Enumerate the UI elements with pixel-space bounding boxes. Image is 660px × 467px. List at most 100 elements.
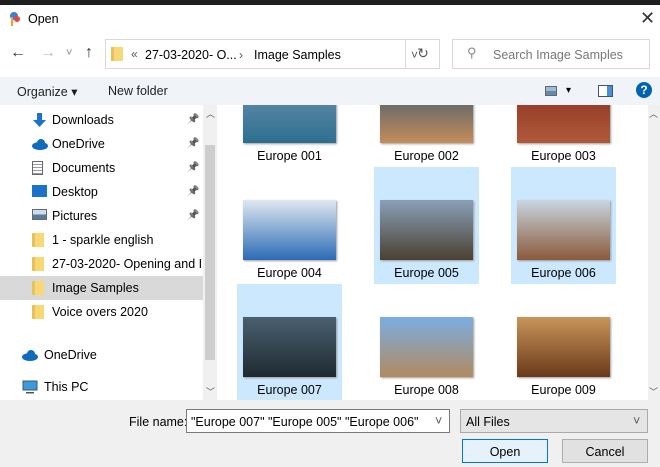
file-name: Europe 006 xyxy=(531,266,596,280)
sidebar-item-onedrive[interactable]: OneDrive xyxy=(0,343,203,367)
pin-icon[interactable]: 📌 xyxy=(187,186,199,197)
download-icon xyxy=(32,113,47,127)
view-dropdown[interactable]: ▾ xyxy=(566,85,571,96)
toolbar xyxy=(0,77,660,105)
sidebar-item-label: 1 - sparkle english xyxy=(52,233,154,247)
up-button[interactable]: ↑ xyxy=(85,44,93,62)
file-name: Europe 001 xyxy=(257,149,322,163)
file-name: Europe 002 xyxy=(394,149,459,163)
app-icon xyxy=(10,12,20,26)
breadcrumb-parent[interactable]: 27-03-2020- O... xyxy=(145,48,237,62)
forward-button[interactable]: → xyxy=(40,44,56,62)
file-name: Europe 008 xyxy=(394,383,459,397)
top-bar xyxy=(0,0,660,5)
refresh-button[interactable]: ↻ xyxy=(405,40,440,68)
search-input[interactable]: Search Image Samples xyxy=(452,39,650,69)
back-button[interactable]: ← xyxy=(10,44,26,62)
scroll-down-icon[interactable]: ﹀ xyxy=(649,385,658,398)
folder-icon xyxy=(32,281,44,295)
scroll-up-icon[interactable]: ︿ xyxy=(649,107,658,120)
pictures-icon xyxy=(32,209,47,220)
file-name: Europe 004 xyxy=(257,266,322,280)
file-name: Europe 009 xyxy=(531,383,596,397)
desktop-icon xyxy=(32,185,47,197)
thumbnail-image xyxy=(243,317,336,377)
recent-locations-button[interactable]: ˅ xyxy=(66,47,72,59)
pin-icon[interactable]: 📌 xyxy=(187,162,199,173)
folder-icon xyxy=(32,233,44,247)
help-icon[interactable]: ? xyxy=(636,82,652,98)
folder-icon xyxy=(32,305,44,319)
sidebar-item-label: Voice overs 2020 xyxy=(52,305,148,319)
thumbnail-image xyxy=(517,317,610,377)
cancel-button[interactable]: Cancel xyxy=(562,439,648,463)
sidebar-item[interactable]: Image Samples xyxy=(0,276,203,300)
sidebar-item[interactable]: Documents 📌 xyxy=(0,156,203,180)
file-item[interactable]: Europe 004 xyxy=(237,167,342,284)
sidebar-item-label: Downloads xyxy=(52,113,114,127)
folder-icon xyxy=(111,47,123,61)
pin-icon[interactable]: 📌 xyxy=(187,138,199,149)
file-name: Europe 005 xyxy=(394,266,459,280)
sidebar-item-label: OneDrive xyxy=(44,348,97,362)
file-name-value: "Europe 007" "Europe 005" "Europe 006" xyxy=(191,415,419,429)
chevron-down-icon[interactable]: ˅ xyxy=(435,414,442,428)
new-folder-button[interactable]: New folder xyxy=(108,84,168,98)
scroll-up-icon[interactable]: ︿ xyxy=(206,107,215,120)
sidebar-item[interactable]: 27-03-2020- Opening and Im xyxy=(0,252,203,276)
file-name: Europe 003 xyxy=(531,149,596,163)
sidebar-item[interactable]: Desktop 📌 xyxy=(0,180,203,204)
scroll-thumb[interactable] xyxy=(205,145,215,360)
breadcrumb-separator[interactable]: › xyxy=(239,48,243,62)
sidebar-item-label: Pictures xyxy=(52,209,98,223)
cloud-icon xyxy=(32,137,48,151)
sidebar-item[interactable]: OneDrive 📌 xyxy=(0,132,203,156)
sidebar-item-thispc[interactable]: This PC xyxy=(0,375,203,399)
open-button[interactable]: Open xyxy=(462,439,548,463)
file-item[interactable]: Europe 007 xyxy=(237,284,342,401)
folder-icon xyxy=(32,257,44,271)
chevron-down-icon: ˅ xyxy=(633,414,641,428)
scroll-down-icon[interactable]: ﹀ xyxy=(206,385,215,398)
window-title: Open xyxy=(28,12,59,26)
file-item[interactable]: Europe 008 xyxy=(374,284,479,401)
cloud-icon xyxy=(22,348,38,362)
document-icon xyxy=(32,161,43,175)
preview-pane-icon[interactable] xyxy=(598,85,613,97)
file-name-input[interactable]: "Europe 007" "Europe 005" "Europe 006" ˅ xyxy=(186,409,450,433)
close-button[interactable]: ✕ xyxy=(640,8,655,29)
sidebar-item[interactable]: Downloads 📌 xyxy=(0,108,203,132)
breadcrumb-current[interactable]: Image Samples xyxy=(254,48,341,62)
view-icon[interactable] xyxy=(545,86,557,96)
pin-icon[interactable]: 📌 xyxy=(187,114,199,125)
sidebar-item-label: Image Samples xyxy=(52,281,139,295)
thumbnail-image xyxy=(380,200,473,260)
file-type-select[interactable]: All Files ˅ xyxy=(460,409,648,433)
sidebar-item[interactable]: Voice overs 2020 xyxy=(0,300,203,324)
thumbnail-image xyxy=(517,200,610,260)
file-item[interactable]: Europe 006 xyxy=(511,167,616,284)
search-icon: ⚲ xyxy=(467,45,477,60)
sidebar-item[interactable]: 1 - sparkle english xyxy=(0,228,203,252)
sidebar-scrollbar[interactable]: ︿ ﹀ xyxy=(203,105,217,400)
address-bar[interactable]: « 27-03-2020- O... › Image Samples ˅ xyxy=(105,39,440,69)
thumbnail-image xyxy=(243,200,336,260)
file-name-label: File name: xyxy=(129,415,188,429)
content-scrollbar[interactable]: ︿ ﹀ xyxy=(648,105,660,400)
file-item[interactable]: Europe 005 xyxy=(374,167,479,284)
thumbnail-image xyxy=(380,317,473,377)
sidebar-item-label: Desktop xyxy=(52,185,98,199)
sidebar-item-label: This PC xyxy=(44,380,89,394)
organize-button[interactable]: Organize ▾ xyxy=(17,84,77,99)
overflow-chevron[interactable]: « xyxy=(131,47,138,61)
sidebar-item-label: OneDrive xyxy=(52,137,105,151)
sidebar-item-label: 27-03-2020- Opening and Im xyxy=(52,257,202,271)
sidebar-item[interactable]: Pictures 📌 xyxy=(0,204,203,228)
computer-icon xyxy=(22,380,38,394)
file-item[interactable]: Europe 009 xyxy=(511,284,616,401)
sidebar-item-label: Documents xyxy=(52,161,116,175)
file-name: Europe 007 xyxy=(257,383,322,397)
file-type-value: All Files xyxy=(466,415,510,429)
navigation-pane: Downloads 📌 OneDrive 📌 Documents 📌 Desktop 📌 Pic… xyxy=(0,105,203,400)
pin-icon[interactable]: 📌 xyxy=(187,210,199,221)
